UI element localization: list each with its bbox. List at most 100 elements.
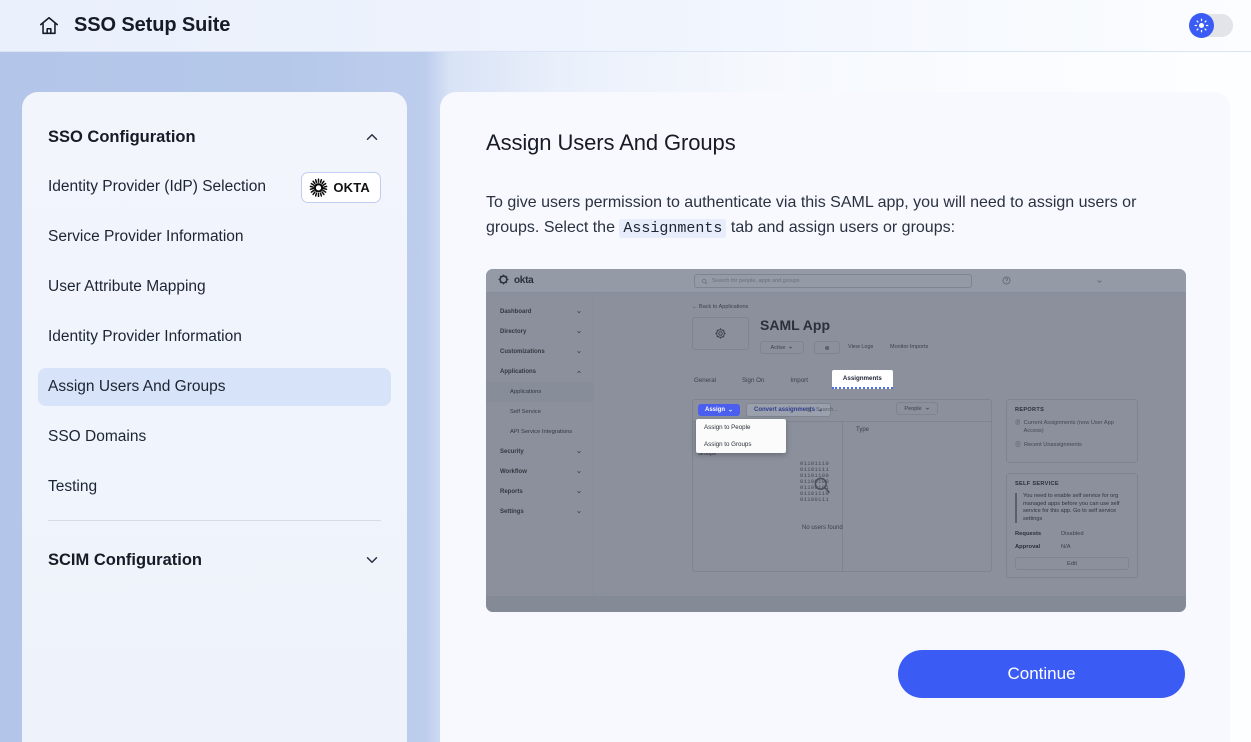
magnifier-icon: [812, 475, 832, 497]
sidebar-item-service-provider-information[interactable]: Service Provider Information: [38, 218, 391, 256]
self-service-requests-row: Requests Disabled: [1015, 531, 1129, 537]
menu-item-assign-to-people[interactable]: Assign to People: [696, 419, 786, 436]
self-service-panel: SELF SERVICE You need to enable self ser…: [1006, 473, 1138, 578]
okta-app-tabs: General Sign On Import Assignments: [692, 373, 1186, 395]
okta-nav-customizations[interactable]: Customizations: [486, 342, 593, 362]
continue-button[interactable]: Continue: [898, 650, 1185, 698]
app-settings-menu-button[interactable]: [814, 341, 840, 354]
okta-nav-label: Directory: [500, 329, 526, 335]
app-logo-tile: [692, 317, 749, 350]
self-service-note: You need to enable self service for org …: [1015, 493, 1129, 523]
monitor-imports-link[interactable]: Monitor Imports: [890, 344, 928, 350]
report-link-recent-unassignments[interactable]: Recent Unassignments: [1015, 441, 1129, 449]
home-icon[interactable]: [38, 15, 60, 37]
sun-icon: [1189, 13, 1214, 38]
okta-nav-api-service-integrations[interactable]: API Service Integrations: [486, 422, 593, 442]
app-status-label: Active: [771, 345, 786, 351]
reports-title: REPORTS: [1015, 407, 1129, 413]
page-title: SSO Setup Suite: [74, 14, 230, 37]
assignments-code-token: Assignments: [619, 219, 726, 238]
theme-toggle[interactable]: [1189, 14, 1233, 37]
okta-nav-label: Reports: [500, 489, 523, 495]
okta-main-panel: ← Back to Applications SAML App Active V…: [594, 293, 1186, 596]
sidebar-item-assign-users-and-groups[interactable]: Assign Users And Groups: [38, 368, 391, 406]
assignments-search-input[interactable]: Search...: [800, 403, 884, 416]
brand[interactable]: SSO Setup Suite: [38, 14, 230, 37]
okta-nav-dashboard[interactable]: Dashboard: [486, 302, 593, 322]
sidebar-section-sso-configuration[interactable]: SSO Configuration: [22, 120, 407, 154]
tab-general[interactable]: General: [692, 373, 718, 388]
okta-nav-self-service[interactable]: Self Service: [486, 402, 593, 422]
people-filter-dropdown[interactable]: People: [896, 402, 938, 415]
sidebar-item-testing[interactable]: Testing: [38, 468, 391, 506]
menu-item-assign-to-groups[interactable]: Assign to Groups: [696, 436, 786, 453]
app-name: SAML App: [760, 317, 830, 333]
reports-panel: REPORTS Current Assignments (now User Ap…: [1006, 399, 1138, 463]
help-circle-icon[interactable]: [1002, 276, 1011, 287]
content-description: To give users permission to authenticate…: [486, 190, 1184, 241]
report-link-label: Current Assignments (now User App Access…: [1024, 419, 1129, 435]
okta-nav-applications-sub[interactable]: Applications: [486, 382, 593, 402]
gear-icon: [714, 327, 727, 340]
okta-screenshot-footer: [486, 596, 1186, 612]
assign-button[interactable]: Assign: [698, 404, 740, 416]
assign-button-label: Assign: [705, 407, 725, 413]
idp-badge-okta[interactable]: OKTA: [301, 172, 381, 203]
assignments-side-panels: REPORTS Current Assignments (now User Ap…: [1006, 399, 1138, 588]
report-link-current-assignments[interactable]: Current Assignments (now User App Access…: [1015, 419, 1129, 435]
chevron-down-icon: [576, 349, 582, 355]
okta-sidebar: Dashboard Directory Customizations Appli…: [486, 293, 594, 596]
tab-import[interactable]: Import: [788, 373, 810, 388]
okta-nav-settings[interactable]: Settings: [486, 502, 593, 522]
sidebar-section-scim-configuration[interactable]: SCIM Configuration: [22, 543, 407, 577]
self-service-approval-row: Approval N/A: [1015, 544, 1129, 550]
chevron-down-icon: [788, 345, 793, 350]
okta-wordmark: okta: [514, 275, 533, 286]
requests-label: Requests: [1015, 531, 1061, 537]
self-service-edit-button[interactable]: Edit: [1015, 557, 1129, 570]
okta-nav-workflow[interactable]: Workflow: [486, 462, 593, 482]
chevron-down-icon: [576, 489, 582, 495]
back-to-applications-link[interactable]: ← Back to Applications: [692, 304, 748, 310]
okta-nav-label: Applications: [510, 389, 541, 395]
sidebar-item-identity-provider-information[interactable]: Identity Provider Information: [38, 318, 391, 356]
approval-label: Approval: [1015, 544, 1061, 550]
view-logs-link[interactable]: View Logs: [848, 344, 873, 350]
chevron-down-icon: [576, 469, 582, 475]
sidebar-item-sso-domains[interactable]: SSO Domains: [38, 418, 391, 456]
okta-global-search[interactable]: Search for people, apps and groups: [694, 274, 972, 288]
sidebar-item-user-attribute-mapping[interactable]: User Attribute Mapping: [38, 268, 391, 306]
tab-assignments[interactable]: Assignments: [832, 370, 893, 389]
idp-badge-label: OKTA: [333, 180, 370, 195]
description-part-2: tab and assign users or groups:: [731, 219, 955, 236]
sidebar-item-identity-provider-selection[interactable]: Identity Provider (IdP) Selection: [38, 168, 391, 206]
people-filter-label: People: [904, 406, 921, 412]
okta-nav-security[interactable]: Security: [486, 442, 593, 462]
okta-search-placeholder: Search for people, apps and groups: [712, 278, 799, 284]
chevron-down-icon[interactable]: [363, 551, 381, 569]
app-status-dropdown[interactable]: Active: [760, 341, 804, 354]
okta-nav-label: Workflow: [500, 469, 527, 475]
okta-logo-icon: [498, 274, 509, 287]
gear-icon: [824, 345, 830, 351]
sidebar-item-label: Service Provider Information: [48, 228, 244, 246]
okta-nav-label: Customizations: [500, 349, 545, 355]
sidebar-section-label: SSO Configuration: [48, 128, 196, 147]
okta-nav-applications[interactable]: Applications: [486, 362, 593, 382]
okta-nav-label: Self Service: [510, 409, 541, 415]
main-content: Assign Users And Groups To give users pe…: [440, 92, 1230, 742]
account-chevron-down-icon[interactable]: [1096, 278, 1103, 287]
okta-nav-directory[interactable]: Directory: [486, 322, 593, 342]
self-service-title: SELF SERVICE: [1015, 481, 1129, 487]
tab-sign-on[interactable]: Sign On: [740, 373, 766, 388]
okta-nav-reports[interactable]: Reports: [486, 482, 593, 502]
chevron-down-icon: [728, 408, 733, 413]
requests-value: Disabled: [1061, 531, 1084, 537]
report-icon: [1015, 441, 1021, 447]
empty-state-text: No users found: [802, 525, 843, 531]
sidebar-item-label: Identity Provider (IdP) Selection: [48, 178, 266, 196]
okta-screenshot-image: okta Search for people, apps and groups …: [486, 269, 1186, 612]
sidebar-item-label: SSO Domains: [48, 428, 146, 446]
chevron-up-icon[interactable]: [363, 128, 381, 146]
chevron-down-icon: [925, 406, 930, 411]
